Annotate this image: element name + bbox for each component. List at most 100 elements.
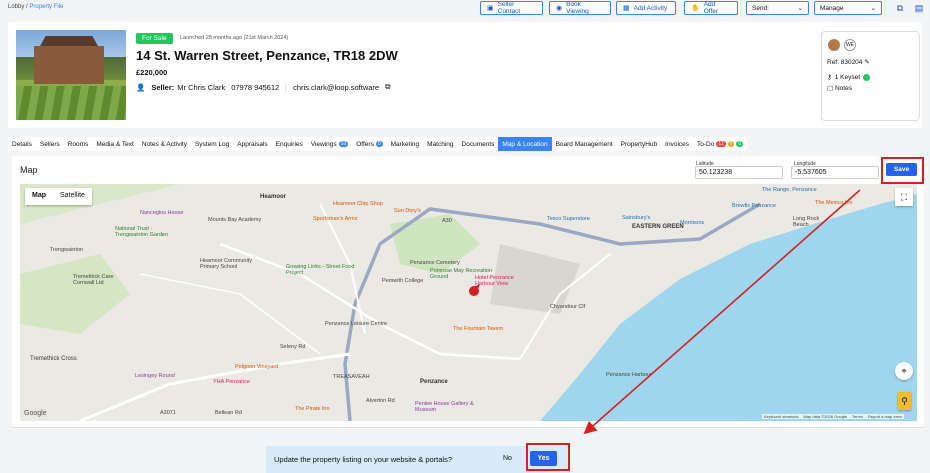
add-activity-button[interactable]: ▦ Add Activity	[616, 1, 676, 15]
map-toggle-map[interactable]: Map	[25, 188, 53, 205]
tab-map-location[interactable]: Map & Location	[498, 137, 552, 151]
notes-icon: ▢	[827, 85, 834, 92]
breadcrumb-lobby[interactable]: Lobby	[8, 4, 24, 10]
seller-contact-button[interactable]: ▣ Seller Contact	[480, 1, 543, 15]
poi-label[interactable]: National Trust - Trengwainton Garden	[115, 226, 175, 238]
longitude-input[interactable]: -5.537605	[791, 166, 879, 179]
agent-initials[interactable]: WE	[844, 39, 856, 51]
road-label: A30	[442, 218, 452, 224]
tab-label: System Log	[194, 140, 230, 148]
open-external-icon[interactable]: ⧉	[894, 2, 906, 14]
tab-label: Map & Location	[502, 140, 548, 148]
poi-label[interactable]: The Mexico Inn	[815, 200, 853, 206]
pegman-icon[interactable]: ⚲	[898, 392, 911, 410]
poi-label[interactable]: Penzance Leisure Centre	[325, 321, 387, 327]
book-viewing-label: Book Viewing	[566, 1, 589, 15]
poi-label[interactable]: Pemwith College	[382, 278, 423, 284]
tab-label: Matching	[427, 140, 454, 148]
avatar[interactable]	[828, 39, 840, 51]
poi-label[interactable]: Hotel Penzance Harbour View	[475, 275, 535, 287]
poi-label[interactable]: Tesco Superstore	[547, 216, 590, 222]
poi-label[interactable]: Growing Links - Street Food Project	[286, 264, 356, 276]
tab-propertyhub[interactable]: PropertyHub	[616, 137, 662, 151]
tab-invoices[interactable]: Invoices	[661, 137, 694, 151]
tab-documents[interactable]: Documents	[457, 137, 499, 151]
no-button[interactable]: No	[503, 455, 512, 462]
seller-email[interactable]: chris.clark@loop.software	[293, 83, 379, 92]
poi-label[interactable]: The Range, Penzance	[762, 187, 817, 193]
tab-matching[interactable]: Matching	[423, 137, 458, 151]
tab-enquiries[interactable]: Enquiries	[271, 137, 307, 151]
breadcrumb-separator: /	[26, 4, 28, 10]
keyset[interactable]: ⚷ 1 Keyset	[827, 73, 871, 81]
poi-label[interactable]: Heamoor Chip Shop	[333, 201, 383, 207]
book-viewing-button[interactable]: ◉ Book Viewing	[549, 1, 611, 15]
latitude-input[interactable]: 50.123238	[695, 166, 783, 179]
tab-media-text[interactable]: Media & Text	[92, 137, 138, 151]
poi-label[interactable]: Long Rock Beach	[793, 216, 833, 228]
poi-label[interactable]: The Fountain Tavern	[453, 326, 503, 332]
poi-label[interactable]: Brewfis Penzance	[732, 203, 776, 209]
poi-label[interactable]: Penlee House Gallery & Museum	[415, 401, 475, 413]
divider: |	[285, 82, 288, 92]
update-listing-dialog: Update the property listing on your webs…	[266, 446, 570, 473]
notes-label: Notes	[834, 85, 852, 92]
tab-notes-activity[interactable]: Notes & Activity	[137, 137, 191, 151]
report-error-link[interactable]: Report a map error	[868, 414, 902, 419]
seller-name[interactable]: Mr Chris Clark	[177, 83, 225, 92]
poi-label[interactable]: Polgoon Vineyard	[235, 364, 278, 370]
poi-label[interactable]: Morrisons	[680, 220, 704, 226]
tab-todo[interactable]: To-Do 11 0 0	[693, 137, 748, 151]
my-location-icon[interactable]: ⌖	[895, 362, 913, 380]
google-map[interactable]: Map Satellite ⛶ ⌖ ⚲ Heamoor EASTERN GREE…	[20, 184, 917, 421]
keyboard-shortcuts-link[interactable]: Keyboard shortcuts	[764, 414, 798, 419]
google-logo: Google	[24, 410, 47, 417]
tab-board-management[interactable]: Board Management	[551, 137, 617, 151]
poi-label[interactable]: Nanceglos House	[140, 210, 183, 216]
place-label: EASTERN GREEN	[632, 224, 684, 230]
terms-link[interactable]: Terms	[852, 414, 863, 419]
tab-details[interactable]: Details	[8, 137, 36, 151]
tab-bar: Details Sellers Rooms Media & Text Notes…	[8, 137, 748, 151]
tab-label: PropertyHub	[620, 140, 658, 148]
pencil-icon[interactable]: ✎	[864, 59, 869, 66]
poi-label[interactable]: YHA Penzance	[213, 379, 250, 385]
breadcrumb-property-file[interactable]: Property File	[29, 4, 63, 10]
todo-badge-amber: 0	[727, 141, 735, 147]
tab-marketing[interactable]: Marketing	[386, 137, 424, 151]
poi-label[interactable]: Mounts Bay Academy	[208, 217, 261, 223]
poi-label[interactable]: Sun Dory's	[394, 208, 421, 214]
send-select[interactable]: Send: ⌄	[746, 1, 809, 15]
tab-appraisals[interactable]: Appraisals	[233, 137, 272, 151]
poi-label[interactable]: Penzance Cemetery	[410, 260, 460, 266]
tab-offers[interactable]: Offers 0	[352, 137, 387, 151]
place-label: Penzance	[420, 379, 448, 385]
tab-label: Viewings	[310, 140, 337, 148]
property-address: 14 St. Warren Street, Penzance, TR18 2DW	[136, 48, 398, 63]
map-toggle-satellite[interactable]: Satellite	[53, 188, 92, 205]
poi-label[interactable]: Sportsman's Arms	[313, 216, 357, 222]
tab-viewings[interactable]: Viewings 10	[306, 137, 353, 151]
add-offer-button[interactable]: ✋ Add Offer	[684, 1, 738, 15]
poi-label[interactable]: Heamoor Community Primary School	[200, 258, 270, 270]
place-label: Trengwainton	[50, 247, 84, 253]
external-link-icon[interactable]: ⧉	[385, 82, 390, 92]
send-label: Send:	[752, 4, 769, 12]
poi-label[interactable]: The Pirate Inn	[295, 406, 330, 412]
poi-label[interactable]: Tremethick Care Cornwall Ltd	[73, 274, 133, 286]
tab-sellers[interactable]: Sellers	[35, 137, 64, 151]
manage-select[interactable]: Manage ⌄	[814, 1, 882, 15]
poi-label[interactable]: Penzance Harbour	[606, 372, 652, 378]
poi-label[interactable]: Lesingey Round	[135, 373, 175, 379]
notes-link[interactable]: ▢ Notes	[827, 84, 852, 92]
poi-label[interactable]: Sainsbury's	[622, 215, 650, 221]
fullscreen-icon[interactable]: ⛶	[895, 188, 913, 206]
property-photo[interactable]	[16, 30, 126, 120]
map-attribution: Keyboard shortcuts Map data ©2026 Google…	[762, 414, 904, 419]
document-icon[interactable]: ▤	[913, 2, 925, 14]
ref-text: Ref: 830204	[827, 59, 863, 66]
location-pin	[469, 286, 479, 296]
seller-phone[interactable]: 07978 945612	[231, 83, 279, 92]
tab-system-log[interactable]: System Log	[190, 137, 234, 151]
tab-rooms[interactable]: Rooms	[63, 137, 93, 151]
